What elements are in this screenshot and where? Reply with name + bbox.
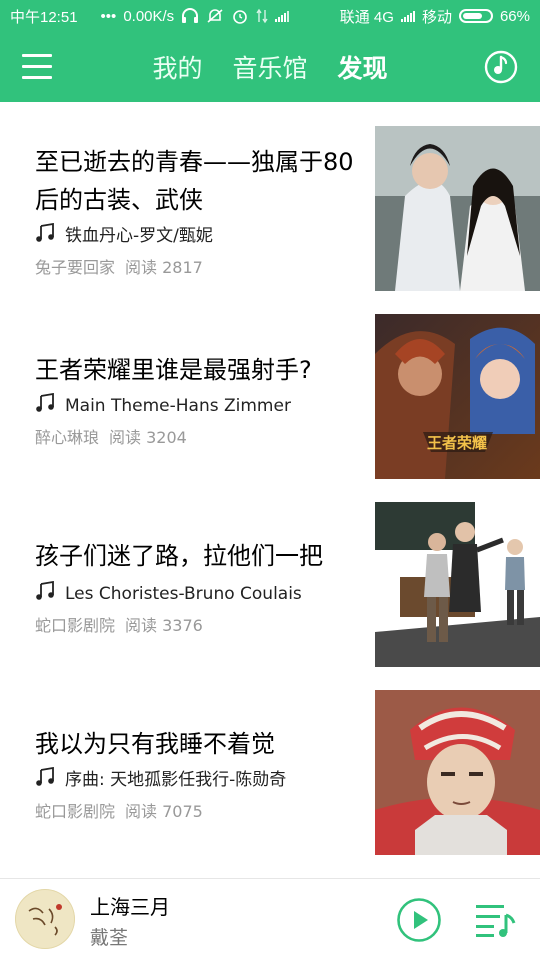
card-title: 我以为只有我睡不着觉 — [35, 730, 275, 758]
tab-mine[interactable]: 我的 — [152, 49, 202, 85]
tab-music-hall[interactable]: 音乐馆 — [232, 49, 307, 85]
card-thumbnail — [375, 690, 540, 855]
feed-card[interactable]: 孩子们迷了路，拉他们一把 Les Choristes-Bruno Coulais… — [0, 502, 540, 678]
card-reads: 阅读 7075 — [125, 802, 203, 821]
card-title: 孩子们迷了路，拉他们一把 — [35, 542, 323, 570]
card-title: 王者荣耀里谁是最强射手? — [35, 356, 312, 384]
status-bar: 中午12:51 ••• 0.00K/s 联通 4G 移动 66% — [0, 0, 540, 32]
card-author: 蛇口影剧院 — [35, 802, 116, 821]
thumbnail-game-logo: 王者荣耀 — [427, 434, 487, 452]
recognize-music-icon[interactable] — [484, 50, 518, 84]
nav-tabs: 我的 音乐馆 发现 — [0, 32, 540, 102]
play-icon[interactable] — [396, 897, 442, 943]
card-song-label: 铁血丹心-罗文/甄妮 — [65, 226, 213, 246]
card-song-label: 序曲: 天地孤影任我行-陈勋奇 — [65, 770, 287, 790]
music-note-icon — [36, 393, 54, 412]
card-meta: 蛇口影剧院 阅读 3376 — [35, 615, 203, 637]
card-reads: 阅读 3204 — [109, 428, 187, 447]
network-speed: 0.00K/s — [123, 7, 175, 25]
mute-icon — [207, 9, 223, 23]
signal-icon-2 — [400, 10, 415, 22]
top-nav-bar: 我的 音乐馆 发现 — [0, 32, 540, 102]
card-reads: 阅读 2817 — [125, 258, 203, 277]
card-reads: 阅读 3376 — [125, 616, 203, 635]
signal-icon — [275, 10, 290, 22]
card-meta: 醉心琳琅 阅读 3204 — [35, 427, 187, 449]
card-title: 至已逝去的青春——独属于80后的古装、武侠 — [35, 148, 354, 214]
status-dots: ••• — [100, 7, 117, 25]
music-note-icon — [36, 223, 54, 242]
discover-feed: 至已逝去的青春——独属于80后的古装、武侠 铁血丹心-罗文/甄妮 兔子要回家 阅读… — [0, 102, 540, 878]
card-song: Main Theme-Hans Zimmer — [35, 393, 365, 418]
card-author: 醉心琳琅 — [35, 428, 100, 447]
card-meta: 蛇口影剧院 阅读 7075 — [35, 801, 203, 823]
headset-icon — [182, 8, 199, 23]
now-playing-title: 上海三月 — [90, 895, 170, 919]
card-song: 铁血丹心-罗文/甄妮 — [35, 223, 365, 248]
card-thumbnail: 王者荣耀 — [375, 314, 540, 479]
playlist-icon[interactable] — [474, 901, 516, 939]
card-song: Les Choristes-Bruno Coulais — [35, 581, 365, 606]
battery-level: 66% — [499, 7, 530, 25]
battery-icon — [458, 9, 493, 23]
card-thumbnail — [375, 502, 540, 667]
status-time: 中午12:51 — [10, 8, 78, 26]
mini-player[interactable]: 上海三月 戴荃 — [0, 878, 540, 960]
music-note-icon — [36, 581, 54, 600]
alarm-icon — [233, 10, 247, 24]
tab-discover[interactable]: 发现 — [338, 49, 388, 85]
data-transfer-icon — [256, 8, 268, 24]
carrier-secondary: 移动 — [421, 8, 452, 26]
card-song: 序曲: 天地孤影任我行-陈勋奇 — [35, 767, 365, 792]
card-meta: 兔子要回家 阅读 2817 — [35, 257, 203, 279]
feed-card[interactable]: 王者荣耀里谁是最强射手? Main Theme-Hans Zimmer 醉心琳琅… — [0, 314, 540, 490]
feed-card[interactable]: 至已逝去的青春——独属于80后的古装、武侠 铁血丹心-罗文/甄妮 兔子要回家 阅读… — [0, 126, 540, 302]
card-song-label: Main Theme-Hans Zimmer — [65, 396, 291, 416]
card-song-label: Les Choristes-Bruno Coulais — [65, 584, 302, 604]
card-author: 兔子要回家 — [35, 258, 116, 277]
music-note-icon — [36, 767, 54, 786]
album-cover[interactable] — [15, 889, 75, 949]
feed-card[interactable]: 我以为只有我睡不着觉 序曲: 天地孤影任我行-陈勋奇 蛇口影剧院 阅读 7075 — [0, 690, 540, 866]
card-thumbnail — [375, 126, 540, 291]
now-playing-artist: 戴荃 — [90, 927, 129, 949]
card-author: 蛇口影剧院 — [35, 616, 116, 635]
carrier-primary: 联通 4G — [339, 8, 394, 26]
